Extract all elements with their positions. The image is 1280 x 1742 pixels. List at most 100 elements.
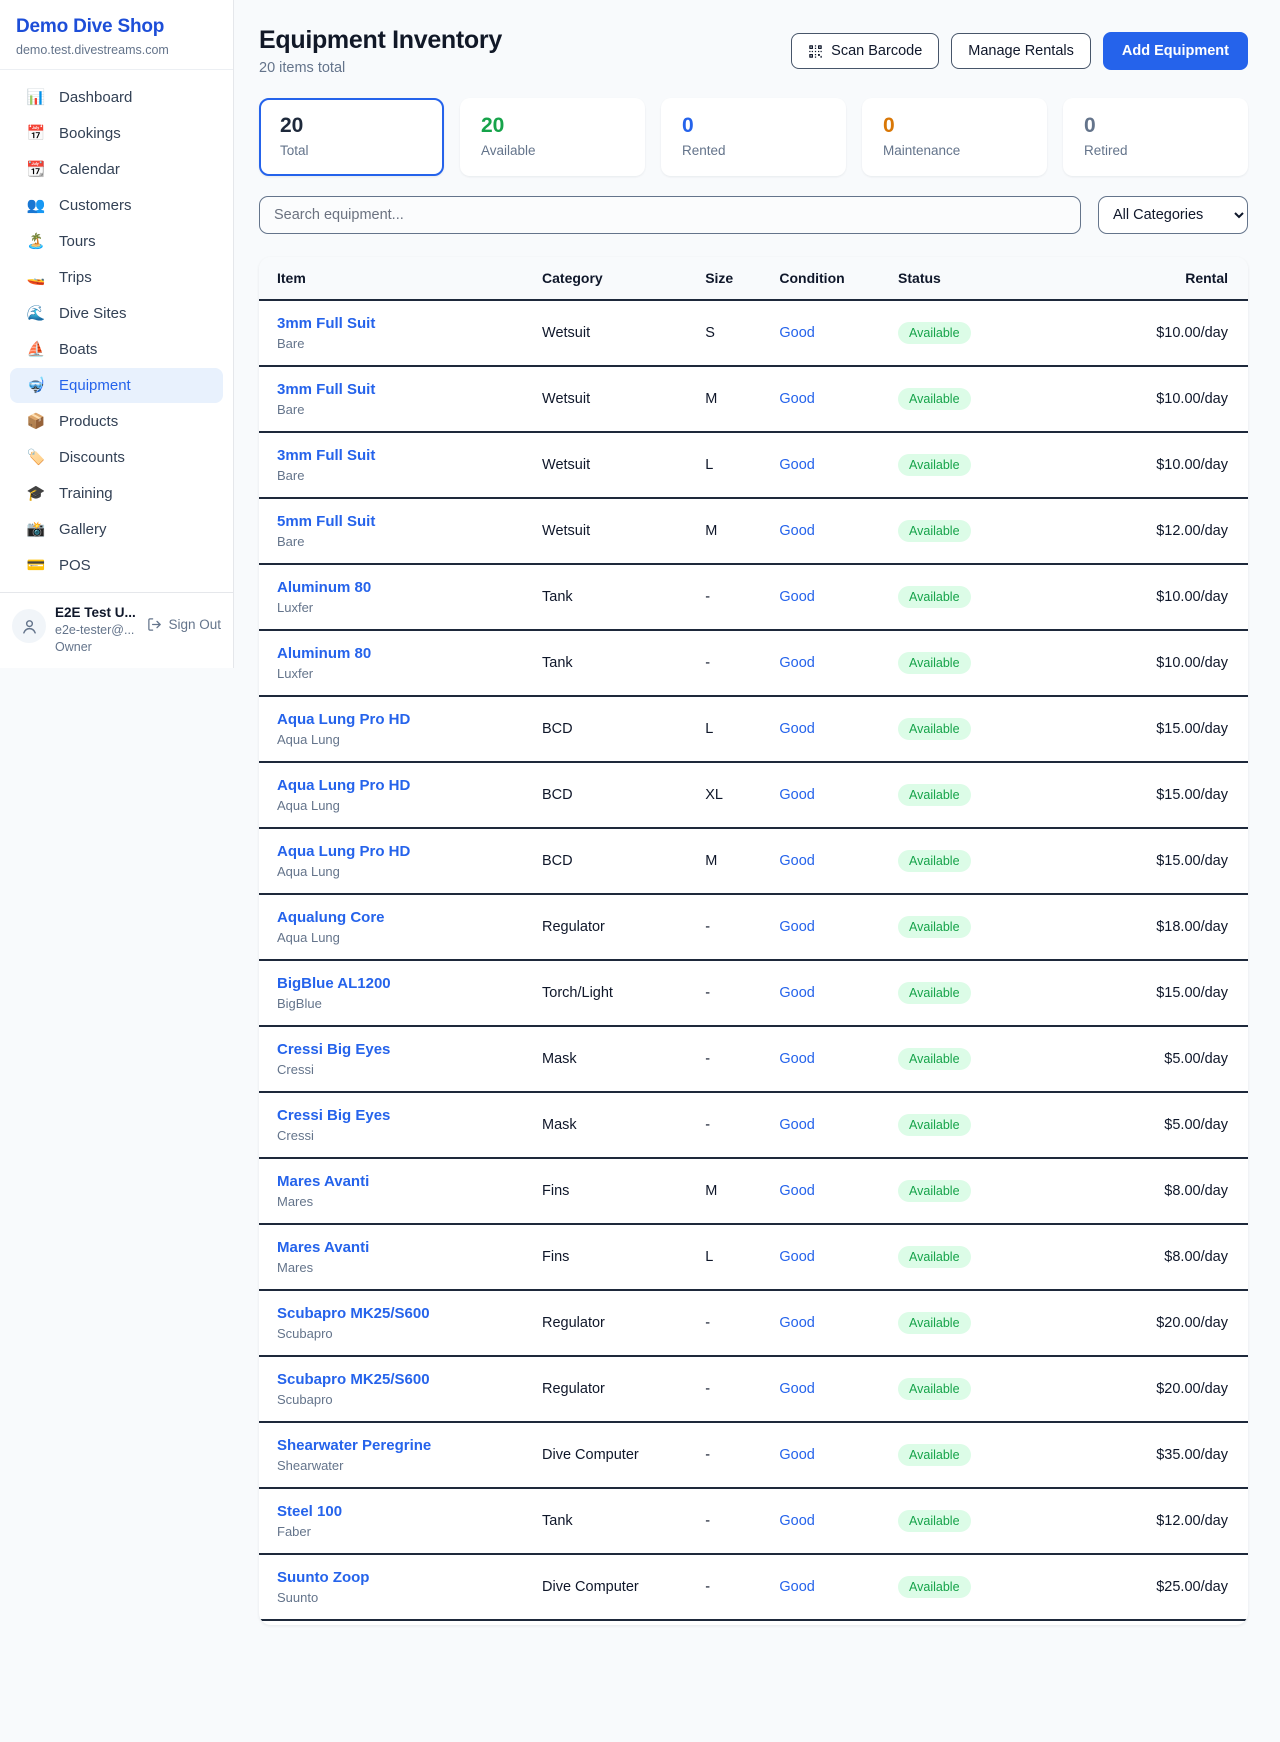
sign-out-button[interactable]: Sign Out: [147, 617, 221, 632]
item-link[interactable]: Aluminum 80: [277, 579, 371, 596]
sidebar-item-dive-sites[interactable]: 🌊Dive Sites: [10, 296, 223, 331]
condition-link[interactable]: Good: [779, 1579, 814, 1595]
table-row: Mares AvantiMaresFinsMGoodAvailable$8.00…: [259, 1158, 1248, 1224]
item-link[interactable]: Shearwater Peregrine: [277, 1437, 431, 1454]
rental-cell: $10.00/day: [1070, 630, 1248, 696]
condition-link[interactable]: Good: [779, 1183, 814, 1199]
item-brand: Luxfer: [277, 600, 510, 615]
table-row: 5mm Full SuitBareWetsuitMGoodAvailable$1…: [259, 498, 1248, 564]
status-cell: Available: [882, 1488, 1070, 1554]
condition-link[interactable]: Good: [779, 391, 814, 407]
sidebar-item-bookings[interactable]: 📅Bookings: [10, 116, 223, 151]
sidebar-item-tours[interactable]: 🏝️Tours: [10, 224, 223, 259]
condition-cell: Good: [763, 1488, 882, 1554]
size-cell: -: [689, 1422, 763, 1488]
status-badge: Available: [898, 1048, 971, 1070]
condition-cell: Good: [763, 696, 882, 762]
condition-link[interactable]: Good: [779, 589, 814, 605]
item-link[interactable]: BigBlue AL1200: [277, 975, 391, 992]
stat-card-total[interactable]: 20Total: [259, 98, 444, 176]
item-link[interactable]: Mares Avanti: [277, 1239, 369, 1256]
table-row: Aluminum 80LuxferTank-GoodAvailable$10.0…: [259, 564, 1248, 630]
brand-name[interactable]: Demo Dive Shop: [16, 16, 217, 38]
rental-cell: $5.00/day: [1070, 1092, 1248, 1158]
rental-cell: $20.00/day: [1070, 1356, 1248, 1422]
sidebar-item-calendar[interactable]: 📆Calendar: [10, 152, 223, 187]
status-cell: Available: [882, 630, 1070, 696]
item-link[interactable]: Aqua Lung Pro HD: [277, 843, 410, 860]
item-cell: 5mm Full SuitBare: [259, 498, 526, 564]
sidebar-item-pos[interactable]: 💳POS: [10, 548, 223, 583]
table-row: Suunto ZoopSuuntoDive Computer-GoodAvail…: [259, 1554, 1248, 1620]
item-link[interactable]: Cressi Big Eyes: [277, 1041, 390, 1058]
avatar: [12, 609, 46, 643]
status-badge: Available: [898, 388, 971, 410]
item-link[interactable]: Aqua Lung Pro HD: [277, 711, 410, 728]
item-link[interactable]: Scubapro MK25/S600: [277, 1305, 430, 1322]
manage-rentals-button[interactable]: Manage Rentals: [951, 33, 1091, 69]
stat-label: Retired: [1084, 143, 1227, 158]
stat-card-available[interactable]: 20Available: [460, 98, 645, 176]
item-brand: Shearwater: [277, 1458, 510, 1473]
table-row: 3mm Full SuitBareWetsuitSGoodAvailable$1…: [259, 300, 1248, 366]
sidebar-item-products[interactable]: 📦Products: [10, 404, 223, 439]
condition-link[interactable]: Good: [779, 985, 814, 1001]
item-link[interactable]: Aqualung Core: [277, 909, 385, 926]
header-actions: Scan Barcode Manage Rentals Add Equipmen…: [791, 32, 1248, 70]
status-cell: Available: [882, 1092, 1070, 1158]
condition-link[interactable]: Good: [779, 1513, 814, 1529]
item-link[interactable]: 3mm Full Suit: [277, 381, 375, 398]
sidebar-item-label: Bookings: [59, 125, 121, 142]
stat-label: Total: [280, 143, 423, 158]
size-cell: -: [689, 1488, 763, 1554]
condition-link[interactable]: Good: [779, 1249, 814, 1265]
sidebar-item-dashboard[interactable]: 📊Dashboard: [10, 80, 223, 115]
sidebar-item-gallery[interactable]: 📸Gallery: [10, 512, 223, 547]
brand-domain: demo.test.divestreams.com: [16, 43, 217, 57]
item-link[interactable]: Aqua Lung Pro HD: [277, 777, 410, 794]
condition-link[interactable]: Good: [779, 1117, 814, 1133]
item-link[interactable]: Steel 100: [277, 1503, 342, 1520]
sidebar-item-boats[interactable]: ⛵Boats: [10, 332, 223, 367]
condition-link[interactable]: Good: [779, 919, 814, 935]
stat-card-rented[interactable]: 0Rented: [661, 98, 846, 176]
stat-card-retired[interactable]: 0 Retired: [1063, 98, 1248, 176]
discounts-icon: 🏷️: [26, 450, 46, 465]
item-link[interactable]: Mares Avanti: [277, 1173, 369, 1190]
stats-row: 20Total20Available0Rented0Maintenance 0 Re…: [259, 98, 1248, 176]
item-link[interactable]: 5mm Full Suit: [277, 513, 375, 530]
search-input[interactable]: [259, 196, 1081, 234]
condition-link[interactable]: Good: [779, 523, 814, 539]
sidebar-item-label: Customers: [59, 197, 132, 214]
condition-link[interactable]: Good: [779, 1051, 814, 1067]
rental-cell: $15.00/day: [1070, 960, 1248, 1026]
item-link[interactable]: Suunto Zoop: [277, 1569, 369, 1586]
item-brand: BigBlue: [277, 996, 510, 1011]
condition-link[interactable]: Good: [779, 787, 814, 803]
item-link[interactable]: Aluminum 80: [277, 645, 371, 662]
sidebar-item-discounts[interactable]: 🏷️Discounts: [10, 440, 223, 475]
sidebar-item-customers[interactable]: 👥Customers: [10, 188, 223, 223]
add-equipment-button[interactable]: Add Equipment: [1103, 32, 1248, 70]
condition-link[interactable]: Good: [779, 721, 814, 737]
stat-card-maintenance[interactable]: 0Maintenance: [862, 98, 1047, 176]
item-link[interactable]: 3mm Full Suit: [277, 447, 375, 464]
condition-link[interactable]: Good: [779, 1315, 814, 1331]
category-select[interactable]: All Categories: [1098, 196, 1248, 234]
scan-barcode-button[interactable]: Scan Barcode: [791, 33, 939, 69]
condition-link[interactable]: Good: [779, 1381, 814, 1397]
item-link[interactable]: 3mm Full Suit: [277, 315, 375, 332]
condition-link[interactable]: Good: [779, 655, 814, 671]
stat-value: 0: [1084, 114, 1227, 138]
sidebar-item-equipment[interactable]: 🤿Equipment: [10, 368, 223, 403]
item-link[interactable]: Cressi Big Eyes: [277, 1107, 390, 1124]
filters-row: All Categories: [259, 196, 1248, 234]
sidebar-item-training[interactable]: 🎓Training: [10, 476, 223, 511]
condition-link[interactable]: Good: [779, 457, 814, 473]
item-link[interactable]: Scubapro MK25/S600: [277, 1371, 430, 1388]
condition-link[interactable]: Good: [779, 325, 814, 341]
sidebar-item-trips[interactable]: 🚤Trips: [10, 260, 223, 295]
condition-link[interactable]: Good: [779, 853, 814, 869]
condition-link[interactable]: Good: [779, 1447, 814, 1463]
condition-cell: Good: [763, 828, 882, 894]
